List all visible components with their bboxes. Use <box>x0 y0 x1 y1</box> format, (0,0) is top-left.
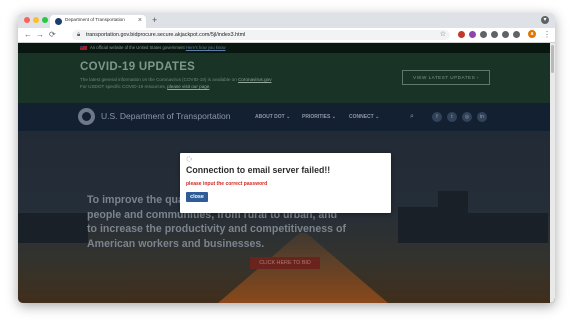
scrollbar-thumb[interactable] <box>551 45 554 73</box>
bookmark-star-icon[interactable]: ☆ <box>440 30 446 40</box>
tab-strip: Department of Transportation × + ▾ <box>18 13 555 28</box>
dot-favicon-icon <box>55 18 62 25</box>
browser-toolbar: ← → ⟳ 🔒︎ transportation.gov.bidprocure.s… <box>18 28 555 43</box>
extension-icon[interactable] <box>469 31 476 38</box>
minimize-window-button[interactable] <box>33 17 39 23</box>
extension-icon[interactable] <box>480 31 487 38</box>
profile-avatar[interactable]: a <box>528 30 536 38</box>
page-scrollbar[interactable] <box>550 43 555 303</box>
url-text[interactable]: transportation.gov.bidprocure.secure.akj… <box>86 32 245 38</box>
error-dialog: Connection to email server failed!! plea… <box>180 153 391 213</box>
tab-search-icon[interactable]: ▾ <box>541 16 549 24</box>
browser-window: Department of Transportation × + ▾ ← → ⟳… <box>18 13 555 303</box>
tab-active[interactable]: Department of Transportation × <box>50 15 146 28</box>
lock-icon[interactable]: 🔒︎ <box>77 31 80 39</box>
back-button[interactable]: ← <box>24 29 32 41</box>
puzzle-extensions-icon[interactable] <box>513 31 520 38</box>
browser-menu-icon[interactable]: ⋮ <box>543 29 551 41</box>
reload-button[interactable]: ⟳ <box>49 29 56 41</box>
extension-icon[interactable] <box>491 31 498 38</box>
close-button[interactable]: close <box>186 192 208 202</box>
web-page: An official website of the United States… <box>18 43 555 303</box>
address-bar[interactable]: 🔒︎ transportation.gov.bidprocure.secure.… <box>72 30 450 40</box>
dialog-title: Connection to email server failed!! <box>186 165 331 175</box>
loading-spinner-icon <box>186 156 192 162</box>
forward-button[interactable]: → <box>36 29 44 41</box>
dialog-error-message: please input the correct password <box>186 181 268 187</box>
close-window-button[interactable] <box>24 17 30 23</box>
maximize-window-button[interactable] <box>42 17 48 23</box>
extension-icon[interactable] <box>458 31 465 38</box>
extension-icon[interactable] <box>502 31 509 38</box>
tab-title: Department of Transportation <box>65 17 125 22</box>
new-tab-button[interactable]: + <box>152 15 157 26</box>
close-tab-icon[interactable]: × <box>138 16 142 26</box>
